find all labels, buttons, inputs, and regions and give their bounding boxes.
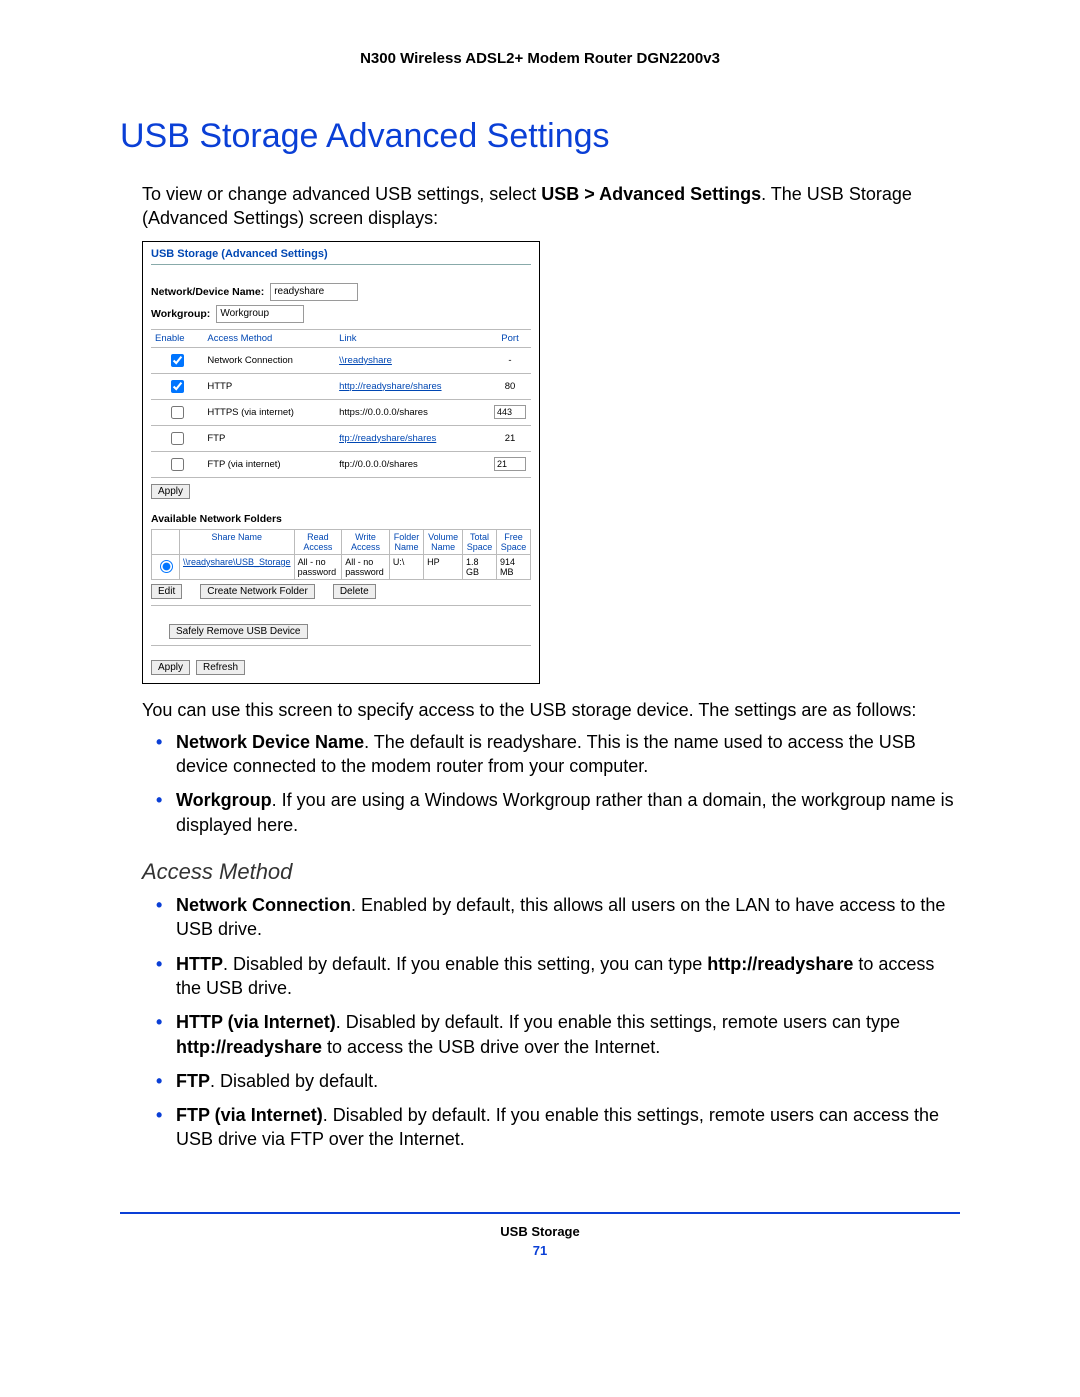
apply-button[interactable]: Apply xyxy=(151,484,190,499)
intro-pre: To view or change advanced USB settings,… xyxy=(142,184,541,204)
port-value: 80 xyxy=(489,373,531,399)
intro-path: USB > Advanced Settings xyxy=(541,184,761,204)
access-row: FTP (via internet)ftp://0.0.0.0/shares xyxy=(151,451,531,477)
bullet-item: HTTP. Disabled by default. If you enable… xyxy=(142,952,960,1001)
fcol-share: Share Name xyxy=(180,529,295,554)
bullet-item: Workgroup. If you are using a Windows Wo… xyxy=(142,788,960,837)
edit-button[interactable]: Edit xyxy=(151,584,182,599)
enable-checkbox[interactable] xyxy=(171,380,184,393)
bullet-item: HTTP (via Internet). Disabled by default… xyxy=(142,1010,960,1059)
volume-name: HP xyxy=(424,554,463,579)
enable-checkbox[interactable] xyxy=(171,458,184,471)
write-access: All - no password xyxy=(342,554,390,579)
port-value: 21 xyxy=(489,425,531,451)
bullet-item: FTP. Disabled by default. xyxy=(142,1069,960,1093)
document-header: N300 Wireless ADSL2+ Modem Router DGN220… xyxy=(120,50,960,67)
enable-checkbox[interactable] xyxy=(171,354,184,367)
access-bullet-list: Network Connection. Enabled by default, … xyxy=(142,893,960,1152)
after-panel-text: You can use this screen to specify acces… xyxy=(142,698,960,722)
bullet-item: FTP (via Internet). Disabled by default.… xyxy=(142,1103,960,1152)
enable-checkbox[interactable] xyxy=(171,432,184,445)
access-row: HTTPS (via internet)https://0.0.0.0/shar… xyxy=(151,399,531,425)
access-row: Network Connection \\readyshare - xyxy=(151,347,531,373)
intro-text: To view or change advanced USB settings,… xyxy=(142,182,960,231)
access-row: FTP ftp://readyshare/shares 21 xyxy=(151,425,531,451)
access-link: https://0.0.0.0/shares xyxy=(335,399,489,425)
fcol-volume: Volume Name xyxy=(424,529,463,554)
col-port: Port xyxy=(489,329,531,347)
folders-heading: Available Network Folders xyxy=(151,513,531,525)
col-enable: Enable xyxy=(151,329,203,347)
safe-remove-button[interactable]: Safely Remove USB Device xyxy=(169,624,308,639)
fcol-free: Free Space xyxy=(497,529,531,554)
access-method: Network Connection xyxy=(203,347,335,373)
access-link[interactable]: \\readyshare xyxy=(339,355,392,366)
folders-table: Share Name Read Access Write Access Fold… xyxy=(151,529,531,580)
main-bullet-list: Network Device Name. The default is read… xyxy=(142,730,960,837)
bullet-item: Network Device Name. The default is read… xyxy=(142,730,960,779)
delete-button[interactable]: Delete xyxy=(333,584,376,599)
fcol-read: Read Access xyxy=(294,529,342,554)
share-link[interactable]: \\readyshare\USB_Storage xyxy=(183,557,291,567)
workgroup-input[interactable] xyxy=(216,305,304,323)
access-row: HTTP http://readyshare/shares 80 xyxy=(151,373,531,399)
footer-section: USB Storage xyxy=(120,1224,960,1239)
section-title: USB Storage Advanced Settings xyxy=(120,117,960,156)
create-button[interactable]: Create Network Folder xyxy=(200,584,315,599)
col-method: Access Method xyxy=(203,329,335,347)
fcol-write: Write Access xyxy=(342,529,390,554)
workgroup-label: Workgroup: xyxy=(151,308,210,320)
folder-name: U:\ xyxy=(389,554,423,579)
settings-panel: USB Storage (Advanced Settings) Network/… xyxy=(142,241,540,684)
col-link: Link xyxy=(335,329,489,347)
free-space: 914 MB xyxy=(497,554,531,579)
bullet-item: Network Connection. Enabled by default, … xyxy=(142,893,960,942)
access-link[interactable]: http://readyshare/shares xyxy=(339,381,441,392)
apply2-button[interactable]: Apply xyxy=(151,660,190,675)
folder-radio[interactable] xyxy=(160,560,173,573)
access-link: ftp://0.0.0.0/shares xyxy=(335,451,489,477)
access-link[interactable]: ftp://readyshare/shares xyxy=(339,433,436,444)
refresh-button[interactable]: Refresh xyxy=(196,660,245,675)
port-input[interactable] xyxy=(494,405,526,419)
footer-page: 71 xyxy=(120,1243,960,1258)
access-method: HTTP xyxy=(203,373,335,399)
access-method: FTP xyxy=(203,425,335,451)
port-input[interactable] xyxy=(494,457,526,471)
access-method-heading: Access Method xyxy=(142,859,960,885)
enable-checkbox[interactable] xyxy=(171,406,184,419)
total-space: 1.8 GB xyxy=(463,554,497,579)
port-value: - xyxy=(489,347,531,373)
access-method: FTP (via internet) xyxy=(203,451,335,477)
device-name-label: Network/Device Name: xyxy=(151,286,264,298)
access-method: HTTPS (via internet) xyxy=(203,399,335,425)
panel-title: USB Storage (Advanced Settings) xyxy=(151,248,531,260)
device-name-input[interactable] xyxy=(270,283,358,301)
access-table: Enable Access Method Link Port Network C… xyxy=(151,329,531,478)
fcol-folder: Folder Name xyxy=(389,529,423,554)
fcol-total: Total Space xyxy=(463,529,497,554)
read-access: All - no password xyxy=(294,554,342,579)
folder-row: \\readyshare\USB_StorageAll - no passwor… xyxy=(152,554,531,579)
